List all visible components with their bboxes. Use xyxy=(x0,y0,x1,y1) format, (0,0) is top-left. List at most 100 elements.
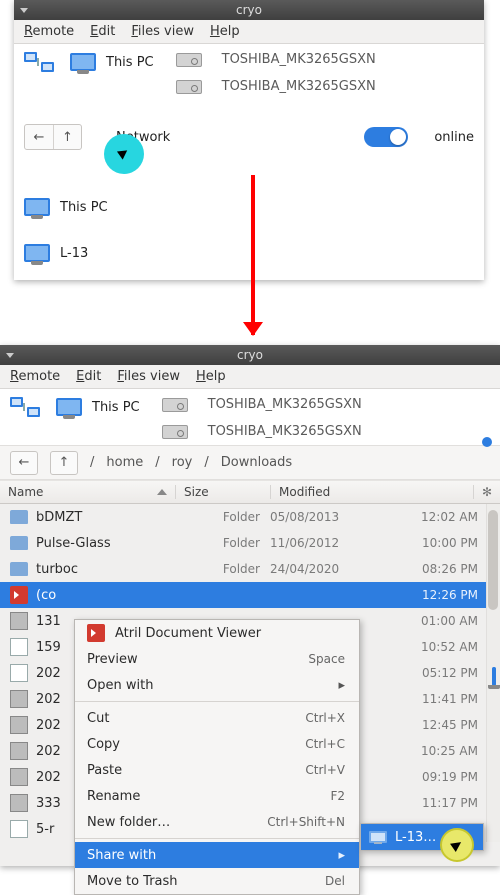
doc-icon xyxy=(10,664,28,682)
file-name: turboc xyxy=(36,562,78,577)
nav-back-button[interactable]: ← xyxy=(10,451,38,475)
file-date: 11/06/2012 xyxy=(270,536,339,550)
scrollbar-thumb[interactable] xyxy=(488,510,498,610)
monitor-icon xyxy=(24,244,50,262)
window-top: cryo Remote Edit Files view Help This PC… xyxy=(14,0,484,280)
menu-filesview[interactable]: Files view xyxy=(117,369,180,384)
ctx-open-with-label: Open with xyxy=(87,678,328,693)
breadcrumb-sep: / xyxy=(155,455,159,470)
submenu-arrow-icon: ▸ xyxy=(338,678,345,693)
file-name: 202 xyxy=(36,718,61,733)
menu-edit[interactable]: Edit xyxy=(90,24,115,39)
menu-filesview[interactable]: Files view xyxy=(131,24,194,39)
network-icon xyxy=(24,52,54,72)
atril-icon xyxy=(87,624,105,642)
menu-help[interactable]: Help xyxy=(210,24,240,39)
menu-edit[interactable]: Edit xyxy=(76,369,101,384)
hdd-icon xyxy=(176,80,202,94)
ctx-move-trash-accel: Del xyxy=(325,874,345,888)
remote-monitor-icon xyxy=(492,669,496,684)
ctx-cut[interactable]: Cut Ctrl+X xyxy=(75,705,359,731)
breadcrumb: ← ↑ / home / roy / Downloads xyxy=(0,446,500,480)
col-settings[interactable]: ✻ xyxy=(473,485,500,499)
window-menu-caret-icon[interactable] xyxy=(6,353,14,358)
breadcrumb-roy[interactable]: roy xyxy=(172,455,193,470)
file-name: 202 xyxy=(36,666,61,681)
table-row[interactable]: Pulse-GlassFolder11/06/201210:00 PM xyxy=(0,530,500,556)
ctx-rename-label: Rename xyxy=(87,789,320,804)
nav-back-button[interactable]: ← xyxy=(25,125,53,149)
nav-up-button[interactable]: ↑ xyxy=(53,125,81,149)
col-size-label: Size xyxy=(184,485,209,499)
file-name: 202 xyxy=(36,770,61,785)
drive-toshiba-1[interactable]: TOSHIBA_MK3265GSXN xyxy=(162,397,362,412)
drive1-label: TOSHIBA_MK3265GSXN xyxy=(208,397,362,412)
thumb-icon xyxy=(10,612,28,630)
ctx-preview[interactable]: Preview Space xyxy=(75,646,359,672)
location-this-pc[interactable]: This PC xyxy=(24,52,154,72)
local-this-pc-label: This PC xyxy=(60,200,108,215)
nav-up-button[interactable]: ↑ xyxy=(50,451,78,475)
ctx-cut-accel: Ctrl+X xyxy=(305,711,345,725)
breadcrumb-home[interactable]: home xyxy=(106,455,143,470)
file-size: Folder xyxy=(175,536,270,550)
folder-icon xyxy=(10,510,28,524)
titlebar[interactable]: cryo xyxy=(14,0,484,20)
col-modified[interactable]: Modified xyxy=(270,485,473,499)
file-name: 202 xyxy=(36,692,61,707)
monitor-icon xyxy=(24,198,50,216)
ctx-preview-label: Preview xyxy=(87,652,298,667)
file-date: 05/08/2013 xyxy=(270,510,339,524)
ctx-open-with[interactable]: Open with ▸ xyxy=(75,672,359,698)
menu-help[interactable]: Help xyxy=(196,369,226,384)
drive1-label: TOSHIBA_MK3265GSXN xyxy=(222,52,376,67)
file-name: Pulse-Glass xyxy=(36,536,111,551)
table-row[interactable]: turbocFolder24/04/202008:26 PM xyxy=(0,556,500,582)
breadcrumb-sep: / xyxy=(204,455,208,470)
drive2-label: TOSHIBA_MK3265GSXN xyxy=(208,424,362,439)
col-modified-label: Modified xyxy=(279,485,330,499)
ctx-paste-label: Paste xyxy=(87,763,295,778)
titlebar[interactable]: cryo xyxy=(0,345,500,365)
ctx-paste[interactable]: Paste Ctrl+V xyxy=(75,757,359,783)
table-row[interactable]: bDMZTFolder05/08/201312:02 AM xyxy=(0,504,500,530)
folder-icon xyxy=(10,536,28,550)
ctx-copy-accel: Ctrl+C xyxy=(305,737,345,751)
monitor-icon xyxy=(369,831,387,843)
doc-icon xyxy=(10,638,28,656)
ctx-preview-accel: Space xyxy=(308,652,345,666)
table-header: Name Size Modified ✻ xyxy=(0,480,500,504)
col-name-label: Name xyxy=(8,485,43,499)
ctx-copy-label: Copy xyxy=(87,737,295,752)
ctx-move-trash[interactable]: Move to Trash Del xyxy=(75,868,359,894)
online-switch[interactable] xyxy=(364,127,408,147)
ctx-open-with-default[interactable]: Atril Document Viewer xyxy=(75,620,359,646)
thumb-icon xyxy=(10,742,28,760)
annotation-arrow-icon xyxy=(251,175,255,335)
drive-toshiba-2[interactable]: TOSHIBA_MK3265GSXN xyxy=(162,424,362,439)
ctx-move-trash-label: Move to Trash xyxy=(87,874,315,889)
drive-toshiba-2[interactable]: TOSHIBA_MK3265GSXN xyxy=(176,79,376,94)
menu-remote[interactable]: Remote xyxy=(10,369,60,384)
local-this-pc[interactable]: This PC xyxy=(24,198,474,216)
ctx-rename[interactable]: Rename F2 xyxy=(75,783,359,809)
ctx-new-folder[interactable]: New folder… Ctrl+Shift+N xyxy=(75,809,359,835)
location-this-pc[interactable]: This PC xyxy=(10,397,140,417)
col-size[interactable]: Size xyxy=(175,485,270,499)
drive2-label: TOSHIBA_MK3265GSXN xyxy=(222,79,376,94)
col-name[interactable]: Name xyxy=(0,485,175,499)
pdf-icon xyxy=(10,586,28,604)
this-pc-label: This PC xyxy=(106,55,154,70)
ctx-copy[interactable]: Copy Ctrl+C xyxy=(75,731,359,757)
thumb-icon xyxy=(10,716,28,734)
remote-host-l13[interactable]: L-13 xyxy=(24,244,474,262)
file-size: Folder xyxy=(175,562,270,576)
breadcrumb-downloads[interactable]: Downloads xyxy=(221,455,292,470)
ctx-share-with[interactable]: Share with ▸ xyxy=(75,842,359,868)
submenu-arrow-icon: ▸ xyxy=(338,848,345,863)
table-row[interactable]: (co12:26 PM xyxy=(0,582,500,608)
window-title: cryo xyxy=(54,3,444,17)
drive-toshiba-1[interactable]: TOSHIBA_MK3265GSXN xyxy=(176,52,376,67)
menu-remote[interactable]: Remote xyxy=(24,24,74,39)
window-menu-caret-icon[interactable] xyxy=(20,8,28,13)
